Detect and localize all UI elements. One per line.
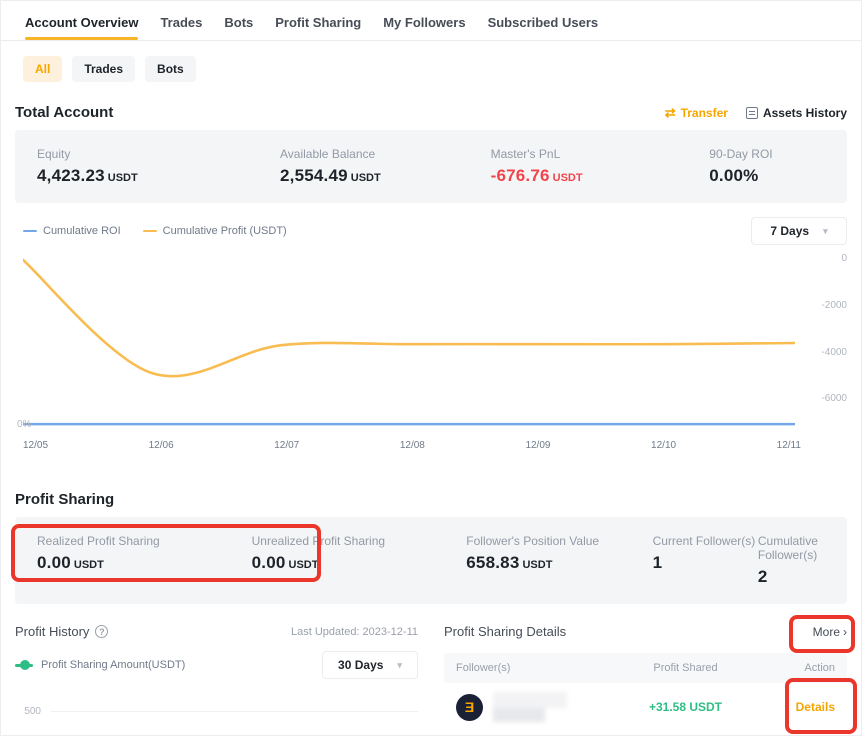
stat-current-followers: Current Follower(s) 1 (653, 534, 758, 587)
assets-history-label: Assets History (763, 106, 847, 120)
tab-my-followers[interactable]: My Followers (383, 15, 465, 40)
more-button[interactable]: More › (813, 625, 847, 639)
transfer-button[interactable]: ⇄ Transfer (665, 106, 728, 120)
cumulative-chart-svg (23, 250, 795, 438)
stat-masters-pnl: Master's PnL -676.76USDT (491, 147, 710, 186)
stat-cumulative-followers: Cumulative Follower(s) 2 (758, 534, 847, 587)
green-line-dot-swatch (15, 664, 33, 667)
top-tab-bar: Account Overview Trades Bots Profit Shar… (1, 1, 861, 41)
stat-realized-profit-sharing: Realized Profit Sharing 0.00USDT (37, 534, 252, 587)
stat-available-balance: Available Balance 2,554.49USDT (280, 147, 491, 186)
profit-legend-swatch (143, 230, 157, 233)
chevron-down-icon: ▾ (397, 660, 402, 671)
cumulative-profit-line (23, 260, 795, 376)
main-chart: 0% 0 -2000 -4000 -6000 (15, 250, 847, 438)
y-tick-4000: -4000 (803, 347, 847, 358)
details-button[interactable]: Details (765, 700, 835, 714)
legend-cumulative-profit: Cumulative Profit (USDT) (143, 225, 287, 237)
chevron-right-icon: › (843, 625, 847, 639)
assets-history-icon (746, 107, 758, 119)
transfer-label: Transfer (681, 106, 728, 120)
follower-avatar: Ǝ (456, 694, 483, 721)
main-chart-legend-row: Cumulative ROI Cumulative Profit (USDT) … (23, 216, 847, 246)
profit-sharing-header: Profit Sharing (15, 491, 847, 508)
tab-subscribed-users[interactable]: Subscribed Users (488, 15, 599, 40)
main-chart-x-axis: 12/05 12/06 12/07 12/08 12/09 12/10 12/1… (23, 440, 801, 451)
roi-zero-label: 0% (17, 419, 31, 430)
profit-history-range-select[interactable]: 30 Days ▾ (322, 651, 418, 679)
follower-name-redacted (493, 690, 571, 724)
details-table-header: Follower(s) Profit Shared Action (444, 653, 847, 683)
assets-history-button[interactable]: Assets History (746, 106, 847, 120)
total-account-title: Total Account (15, 104, 113, 121)
legend-cumulative-roi: Cumulative ROI (23, 225, 121, 237)
stat-follower-position-value: Follower's Position Value 658.83USDT (466, 534, 652, 587)
total-account-header: Total Account ⇄ Transfer Assets History (15, 104, 847, 121)
stat-unrealized-profit-sharing: Unrealized Profit Sharing 0.00USDT (252, 534, 467, 587)
filter-all[interactable]: All (23, 56, 62, 82)
filter-trades[interactable]: Trades (72, 56, 135, 82)
y-tick-2000: -2000 (803, 300, 847, 311)
chevron-down-icon: ▾ (823, 226, 828, 237)
profit-sharing-title: Profit Sharing (15, 491, 114, 508)
y-tick-0: 0 (803, 253, 847, 264)
tab-profit-sharing[interactable]: Profit Sharing (275, 15, 361, 40)
profit-history-legend: Profit Sharing Amount(USDT) (15, 659, 185, 671)
main-chart-range-select[interactable]: 7 Days ▾ (751, 217, 847, 245)
follower-cell: Ǝ (456, 690, 606, 724)
stat-equity: Equity 4,423.23USDT (37, 147, 280, 186)
tab-account-overview[interactable]: Account Overview (25, 15, 138, 40)
y-tick-6000: -6000 (803, 393, 847, 404)
copy-trading-dashboard: Account Overview Trades Bots Profit Shar… (0, 0, 862, 736)
profit-sharing-details-title: Profit Sharing Details (444, 624, 566, 639)
stat-90day-roi: 90-Day ROI 0.00% (709, 147, 847, 186)
tab-bots[interactable]: Bots (224, 15, 253, 40)
profit-sharing-details-panel: Profit Sharing Details More › Follower(s… (444, 624, 847, 736)
profit-sharing-stats-card: Realized Profit Sharing 0.00USDT Unreali… (15, 517, 847, 604)
profit-shared-value: +31.58 USDT (606, 700, 765, 714)
transfer-icon: ⇄ (665, 106, 676, 119)
tab-trades[interactable]: Trades (160, 15, 202, 40)
main-chart-plot: 0% (23, 250, 795, 438)
profit-history-chart: 500 400 300 (15, 695, 418, 736)
roi-legend-swatch (23, 230, 37, 233)
last-updated-label: Last Updated: 2023-12-11 (291, 626, 418, 638)
asset-filter-group: All Trades Bots (23, 56, 847, 82)
filter-bots[interactable]: Bots (145, 56, 196, 82)
follower-table-row: Ǝ +31.58 USDT Details (444, 683, 847, 731)
help-icon[interactable]: ? (95, 625, 108, 638)
profit-history-title: Profit History ? (15, 624, 108, 639)
total-account-stats-card: Equity 4,423.23USDT Available Balance 2,… (15, 130, 847, 203)
profit-history-panel: Profit History ? Last Updated: 2023-12-1… (15, 624, 418, 736)
